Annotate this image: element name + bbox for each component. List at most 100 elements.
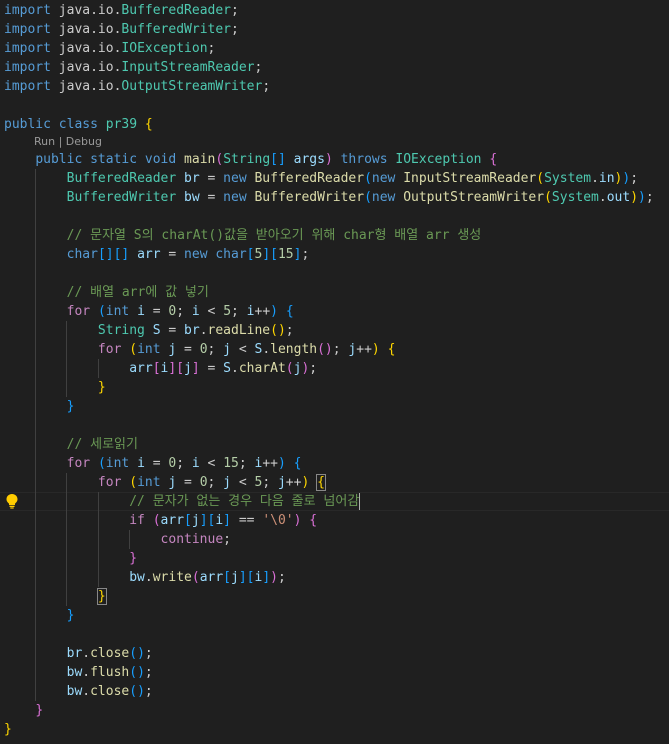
code-token-bracket-pink: ()	[317, 342, 333, 357]
code-line[interactable]: }	[4, 606, 75, 625]
code-token-control: for	[66, 456, 91, 471]
code-line[interactable]: for (int j = 0; j < S.length(); j++) {	[4, 340, 395, 359]
code-token-bracket-gold: {	[387, 342, 396, 357]
code-token-plain: ++	[356, 342, 372, 357]
code-token-variable: out	[606, 190, 631, 205]
code-token-plain: .	[82, 646, 91, 661]
code-line[interactable]: bw.close();	[4, 682, 153, 701]
code-token-keyword: class	[58, 117, 98, 132]
code-token-variable: bw	[184, 190, 200, 205]
code-line[interactable]: // 문자가 없는 경우 다음 줄로 넘어감	[4, 492, 359, 511]
code-token-number: 0	[199, 342, 208, 357]
code-token-function: write	[152, 570, 192, 585]
code-line[interactable]: bw.flush();	[4, 663, 153, 682]
code-token-plain: .	[199, 323, 208, 338]
code-token-type: BufferedReader	[121, 3, 231, 18]
code-token-control: continue	[160, 532, 224, 547]
code-token-type: BufferedWriter	[121, 22, 231, 37]
code-token-type: BufferedReader	[66, 171, 177, 186]
code-line[interactable]: continue;	[4, 530, 231, 549]
code-line[interactable]: bw.write(arr[j][i]);	[4, 568, 286, 587]
code-line[interactable]: BufferedWriter bw = new BufferedWriter(n…	[4, 188, 654, 207]
code-token-plain: =	[176, 475, 200, 490]
code-token-plain: =	[199, 171, 224, 186]
code-line[interactable]: br.close();	[4, 644, 153, 663]
code-token-plain: ;	[223, 532, 231, 547]
code-line[interactable]: }	[4, 378, 106, 397]
code-token-type: IOException	[395, 152, 482, 167]
code-line[interactable]: }	[4, 720, 12, 739]
code-line[interactable]: // 문자열 S의 charAt()값을 받아오기 위해 char형 배열 ar…	[4, 226, 482, 245]
code-token-plain: ;	[176, 304, 192, 319]
code-token-function: BufferedReader	[254, 171, 365, 186]
code-token-bracket-blue: (	[364, 171, 372, 186]
code-token-plain: ;	[144, 646, 153, 661]
code-line[interactable]: import java.io.IOException;	[4, 39, 215, 58]
code-token-type: String	[97, 323, 145, 338]
code-lens-debug[interactable]: Debug	[66, 135, 102, 148]
code-line[interactable]: for (int i = 0; i < 15; i++) {	[4, 454, 302, 473]
code-line[interactable]: import java.io.InputStreamReader;	[4, 58, 262, 77]
code-line[interactable]: }	[4, 549, 137, 568]
code-token-variable: in	[598, 171, 615, 186]
code-line[interactable]: import java.io.BufferedWriter;	[4, 20, 239, 39]
code-token-bracket-gold: }	[97, 380, 106, 395]
code-editor[interactable]: Run | Debug import java.io.BufferedReader…	[0, 0, 669, 744]
code-token-bracket-blue: ()	[129, 684, 145, 699]
code-token-plain: =	[176, 342, 200, 357]
code-line[interactable]: for (int j = 0; j < 5; j++) {	[4, 473, 326, 492]
code-line[interactable]: }	[4, 397, 75, 416]
code-token-variable: bw	[66, 684, 83, 699]
code-line[interactable]: // 세로읽기	[4, 435, 138, 454]
code-lens-separator: |	[55, 135, 66, 148]
code-token-bracket-pink: }	[35, 703, 44, 718]
code-token-variable: args	[293, 152, 325, 167]
code-line[interactable]: // 배열 arr에 값 넣기	[4, 283, 209, 302]
code-token-bracket-gold: (	[544, 190, 552, 205]
code-line[interactable]: import java.io.BufferedReader;	[4, 1, 239, 20]
code-token-number: 5	[223, 304, 232, 319]
code-token-variable: br	[184, 171, 200, 186]
code-token-variable: bw	[129, 570, 145, 585]
code-token-keyword: char	[66, 247, 98, 262]
code-line[interactable]: for (int i = 0; i < 5; i++) {	[4, 302, 294, 321]
code-line[interactable]: char[][] arr = new char[5][15];	[4, 245, 310, 264]
code-line[interactable]: public class pr39 {	[4, 115, 153, 134]
code-token-comment: // 문자열 S의 charAt()값을 받아오기 위해 char형 배열 ar…	[66, 228, 482, 243]
code-token-type: String	[223, 152, 271, 167]
code-line[interactable]: public static void main(String[] args) t…	[4, 150, 497, 169]
code-line[interactable]: BufferedReader br = new BufferedReader(n…	[4, 169, 638, 188]
lightbulb-icon[interactable]	[5, 493, 19, 509]
code-token-bracket-pink: {	[309, 513, 318, 528]
code-token-bracket-gold: (	[536, 171, 545, 186]
code-line[interactable]: import java.io.OutputStreamWriter;	[4, 77, 270, 96]
code-lens-run[interactable]: Run	[34, 135, 55, 148]
code-token-variable: i	[246, 304, 255, 319]
code-token-function: InputStreamReader	[403, 171, 537, 186]
code-token-keyword: char	[215, 247, 247, 262]
code-token-variable: S	[223, 361, 231, 376]
code-token-bracket-blue: [][]	[97, 247, 130, 262]
code-token-function: readLine	[207, 323, 271, 338]
code-line[interactable]: }	[4, 701, 43, 720]
code-token-type: IOException	[121, 41, 208, 56]
code-token-function: BufferedWriter	[254, 190, 365, 205]
code-token-plain: .	[262, 342, 271, 357]
code-line[interactable]: arr[i][j] = S.charAt(j);	[4, 359, 317, 378]
code-line[interactable]: if (arr[j][i] == '\0') {	[4, 511, 317, 530]
code-line[interactable]: }	[4, 587, 107, 606]
code-token-variable: arr	[160, 513, 185, 528]
code-line[interactable]: String S = br.readLine();	[4, 321, 294, 340]
code-token-variable: i	[137, 456, 145, 471]
